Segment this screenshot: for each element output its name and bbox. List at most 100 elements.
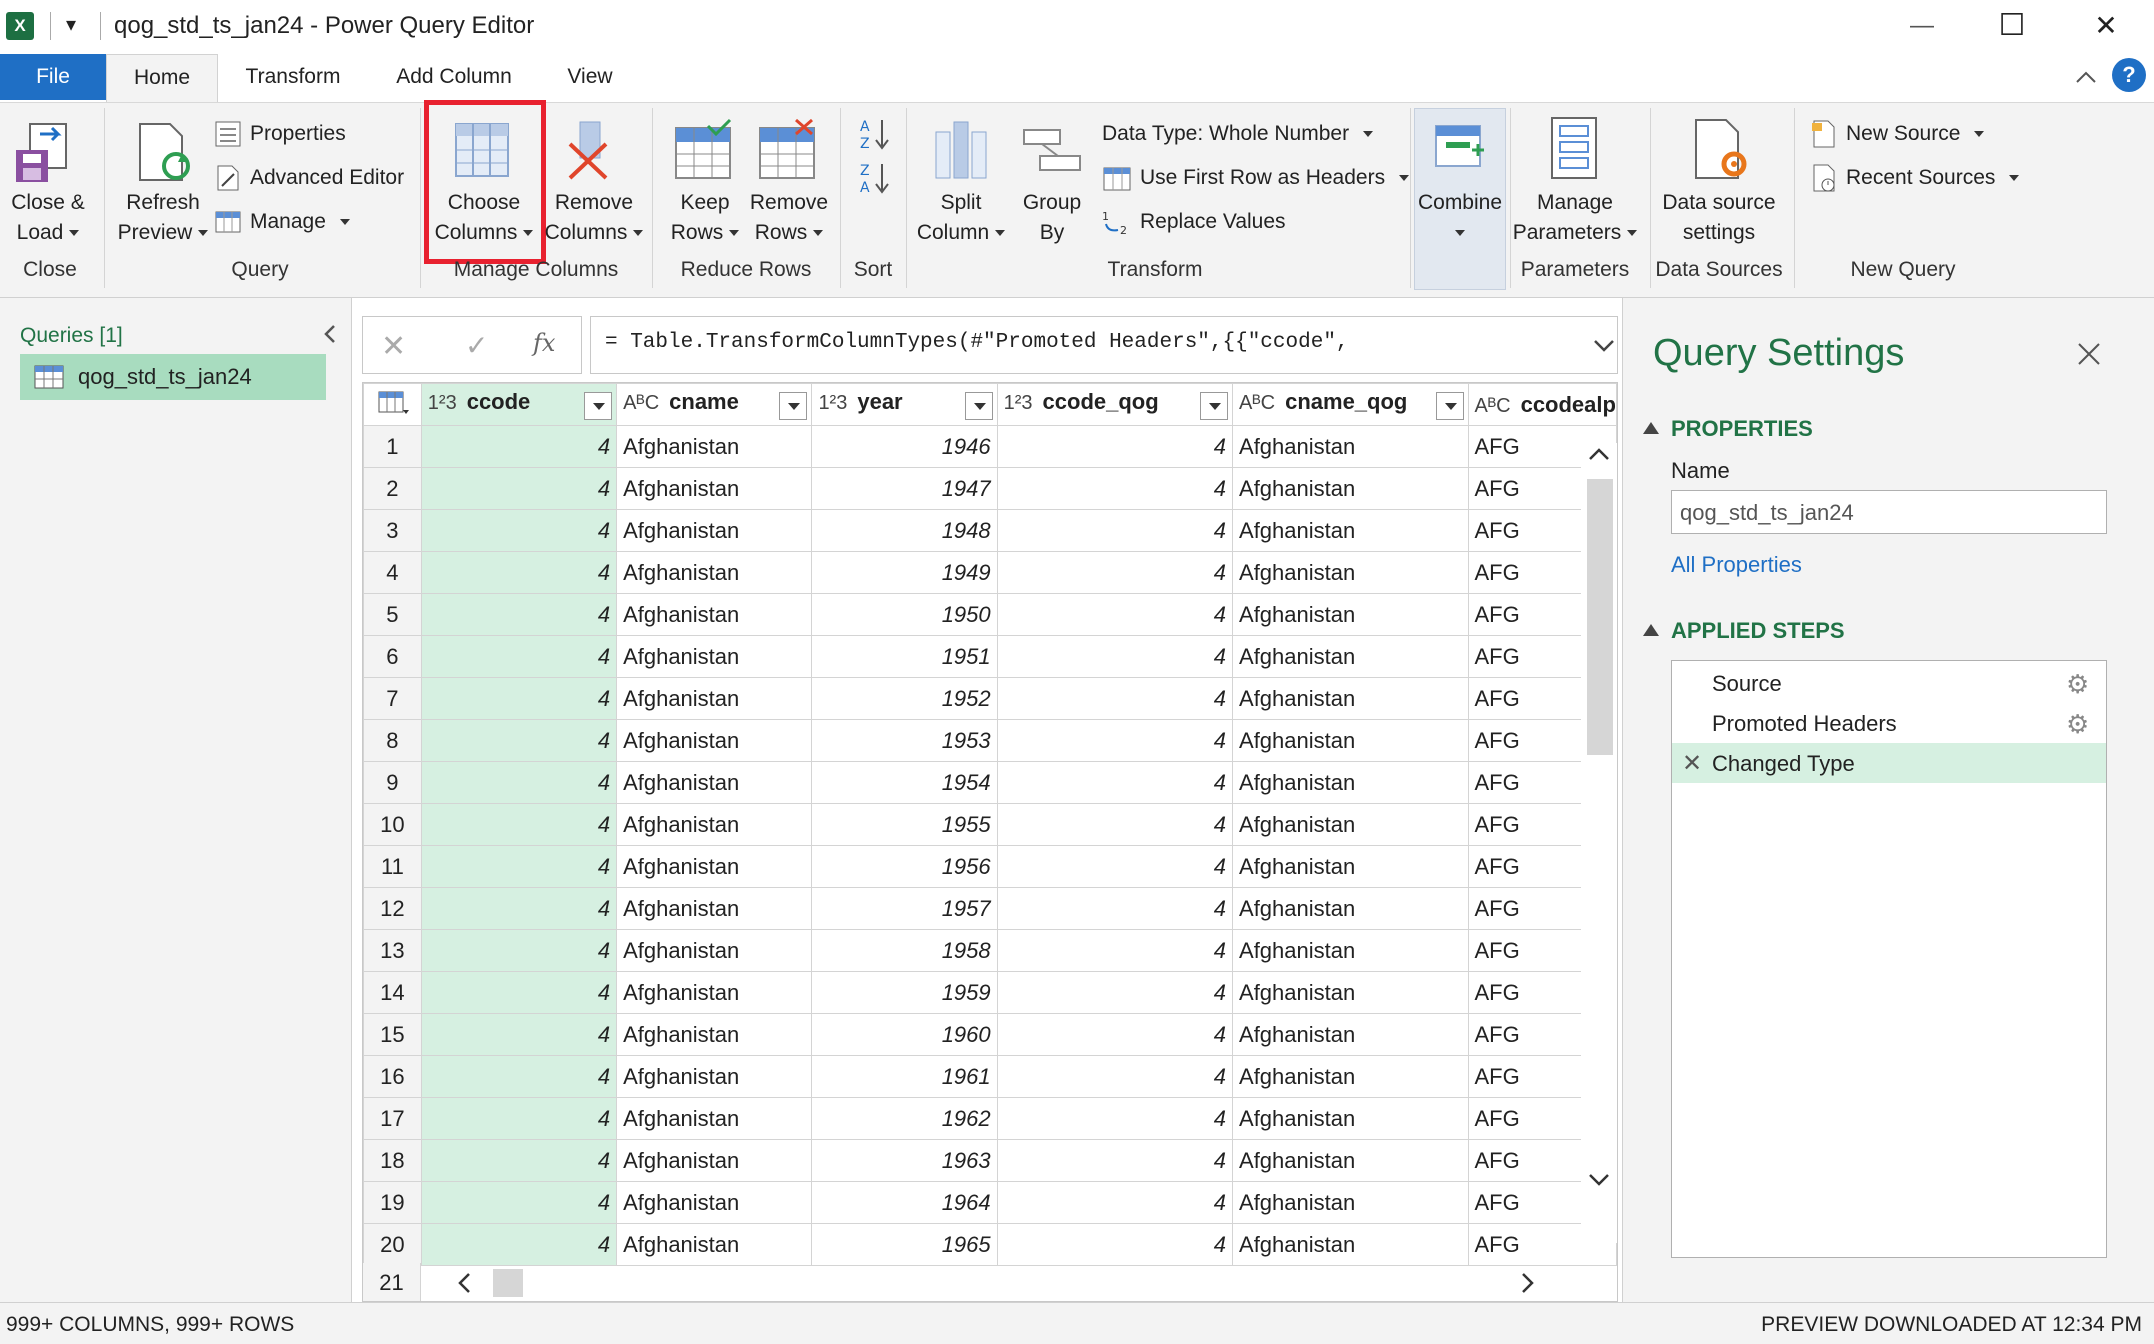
table-cell[interactable]: Afghanistan [616, 1223, 813, 1266]
table-cell[interactable]: 4 [996, 1181, 1234, 1224]
table-cell[interactable]: 4 [996, 509, 1234, 552]
column-type-icon[interactable]: AᴮC [623, 392, 659, 414]
row-number[interactable]: 16 [363, 1055, 422, 1098]
table-cell[interactable]: 4 [996, 1139, 1234, 1182]
query-item[interactable]: qog_std_ts_jan24 [20, 354, 326, 400]
table-cell[interactable]: Afghanistan [616, 635, 813, 678]
table-cell[interactable]: Afghanistan [616, 1181, 813, 1224]
row-number[interactable]: 5 [363, 593, 422, 636]
table-cell[interactable]: 1947 [811, 467, 998, 510]
table-cell[interactable]: 4 [996, 719, 1234, 762]
table-cell[interactable]: Afghanistan [616, 1097, 813, 1140]
combine-button[interactable]: Combine [1414, 188, 1506, 248]
help-icon[interactable]: ? [2112, 58, 2146, 92]
advanced-editor-button[interactable]: Advanced Editor [214, 162, 404, 194]
vertical-scrollbar[interactable] [1581, 443, 1617, 1243]
refresh-preview-button[interactable]: Refresh Preview [108, 188, 218, 248]
table-cell[interactable]: 1954 [811, 761, 998, 804]
tab-file[interactable]: File [0, 54, 106, 100]
query-name-input[interactable]: qog_std_ts_jan24 [1671, 490, 2107, 534]
tab-transform[interactable]: Transform [230, 54, 356, 100]
table-cell[interactable]: Afghanistan [1232, 635, 1469, 678]
collapse-queries-icon[interactable] [318, 322, 342, 346]
expand-formula-icon[interactable] [1593, 335, 1615, 357]
table-cell[interactable]: 1961 [811, 1055, 998, 1098]
table-cell[interactable]: Afghanistan [1232, 425, 1469, 468]
row-number[interactable]: 17 [363, 1097, 422, 1140]
maximize-button[interactable]: ☐ [1982, 6, 2042, 46]
close-load-button[interactable]: Close & Load [0, 188, 96, 248]
table-cell[interactable]: 1959 [811, 971, 998, 1014]
step-item-selected[interactable]: ✕ Changed Type [1672, 743, 2106, 783]
table-cell[interactable]: Afghanistan [616, 803, 813, 846]
table-cell[interactable]: 1950 [811, 593, 998, 636]
table-cell[interactable]: 1949 [811, 551, 998, 594]
column-type-icon[interactable]: 1²3 [1004, 392, 1033, 414]
table-cell[interactable]: 1948 [811, 509, 998, 552]
vertical-scroll-thumb[interactable] [1587, 479, 1613, 755]
table-cell[interactable]: Afghanistan [1232, 1139, 1469, 1182]
table-cell[interactable]: 1955 [811, 803, 998, 846]
horizontal-scrollbar[interactable] [453, 1267, 1573, 1299]
table-cell[interactable]: Afghanistan [616, 1013, 813, 1056]
delete-step-icon[interactable]: ✕ [1682, 749, 1702, 778]
table-cell[interactable]: 1953 [811, 719, 998, 762]
filter-dropdown-icon[interactable] [584, 392, 613, 420]
tab-add-column[interactable]: Add Column [380, 54, 528, 100]
table-cell[interactable]: Afghanistan [616, 509, 813, 552]
select-all-icon[interactable] [363, 383, 422, 426]
table-cell[interactable]: 4 [420, 1223, 618, 1266]
table-cell[interactable]: 4 [420, 845, 618, 888]
horizontal-scroll-thumb[interactable] [493, 1269, 523, 1297]
table-cell[interactable]: Afghanistan [616, 761, 813, 804]
table-cell[interactable]: 4 [996, 845, 1234, 888]
table-cell[interactable]: 4 [420, 1139, 618, 1182]
table-cell[interactable]: Afghanistan [616, 719, 813, 762]
table-cell[interactable]: 1960 [811, 1013, 998, 1056]
fx-icon[interactable]: fx [533, 329, 555, 357]
filter-dropdown-icon[interactable] [964, 392, 993, 420]
formula-input[interactable]: = Table.TransformColumnTypes(#"Promoted … [590, 316, 1618, 374]
filter-dropdown-icon[interactable] [1435, 392, 1464, 420]
row-number[interactable]: 12 [363, 887, 422, 930]
row-number[interactable]: 18 [363, 1139, 422, 1182]
split-column-button[interactable]: Split Column [910, 188, 1012, 248]
table-cell[interactable]: Afghanistan [616, 1055, 813, 1098]
all-properties-link[interactable]: All Properties [1671, 552, 1802, 578]
table-cell[interactable]: Afghanistan [1232, 1055, 1469, 1098]
column-header[interactable]: AᴮC ccodealp [1467, 383, 1617, 426]
table-cell[interactable]: 4 [996, 425, 1234, 468]
table-cell[interactable]: 4 [420, 509, 618, 552]
remove-columns-button[interactable]: Remove Columns [544, 188, 644, 248]
table-cell[interactable]: 4 [420, 593, 618, 636]
table-cell[interactable]: 4 [996, 677, 1234, 720]
scroll-left-icon[interactable] [453, 1271, 477, 1295]
step-item[interactable]: Promoted Headers ⚙ [1672, 703, 2106, 743]
column-header[interactable]: 1²3 ccode_qog [996, 383, 1234, 426]
table-cell[interactable]: Afghanistan [1232, 845, 1469, 888]
table-cell[interactable]: Afghanistan [1232, 1223, 1469, 1266]
table-cell[interactable]: 4 [996, 635, 1234, 678]
filter-dropdown-icon[interactable] [779, 392, 808, 420]
table-cell[interactable]: 4 [420, 677, 618, 720]
column-type-icon[interactable]: AᴮC [1239, 392, 1275, 414]
table-cell[interactable]: 4 [420, 719, 618, 762]
row-number[interactable]: 13 [363, 929, 422, 972]
table-cell[interactable]: Afghanistan [616, 929, 813, 972]
column-header[interactable]: AᴮC cname_qog [1232, 383, 1469, 426]
close-settings-icon[interactable] [2075, 340, 2103, 368]
row-number[interactable]: 8 [363, 719, 422, 762]
table-cell[interactable]: 4 [420, 425, 618, 468]
close-window-button[interactable]: ✕ [2076, 6, 2136, 46]
table-cell[interactable]: Afghanistan [1232, 929, 1469, 972]
table-cell[interactable]: Afghanistan [616, 845, 813, 888]
table-cell[interactable]: 4 [996, 551, 1234, 594]
table-cell[interactable]: Afghanistan [1232, 761, 1469, 804]
column-type-icon[interactable]: AᴮC [1475, 395, 1511, 417]
table-cell[interactable]: 4 [420, 551, 618, 594]
table-cell[interactable]: 1965 [811, 1223, 998, 1266]
table-cell[interactable]: 4 [996, 1013, 1234, 1056]
table-cell[interactable]: Afghanistan [1232, 551, 1469, 594]
table-cell[interactable]: Afghanistan [1232, 719, 1469, 762]
table-cell[interactable]: 4 [420, 1013, 618, 1056]
